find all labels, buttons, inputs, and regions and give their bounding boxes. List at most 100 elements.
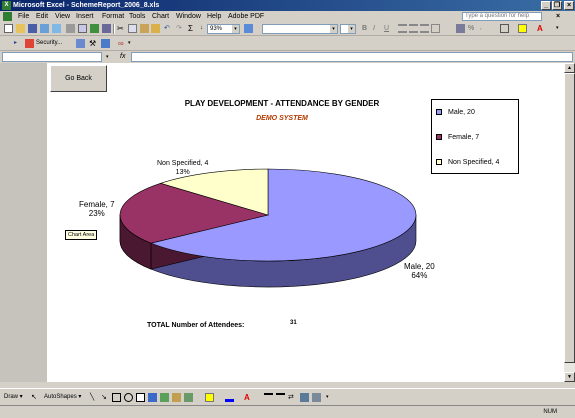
diagram-icon[interactable]: [160, 393, 169, 402]
data-label-female-pct: 23%: [88, 209, 105, 218]
formula-input[interactable]: [131, 52, 573, 62]
toolbar-options-icon[interactable]: ▾: [128, 39, 137, 48]
rectangle-icon[interactable]: [112, 393, 121, 402]
vertical-scrollbar[interactable]: ▲ ▼: [564, 63, 575, 382]
chart-area-tooltip: Chart Area: [65, 230, 98, 240]
print-icon[interactable]: [66, 24, 75, 33]
legend-swatch-male: [436, 109, 442, 115]
menu-window[interactable]: Window: [176, 12, 201, 21]
play-icon[interactable]: ▸: [14, 39, 23, 48]
arrow-style-icon[interactable]: ⇄: [288, 393, 297, 402]
total-attendees-value: 31: [290, 320, 297, 326]
fill-color-icon[interactable]: [205, 393, 214, 402]
cut-icon[interactable]: ✂: [117, 24, 126, 33]
comma-style-icon[interactable]: ,: [480, 24, 489, 33]
format-painter-icon[interactable]: [151, 24, 160, 33]
toolbar-options-icon[interactable]: ▾: [326, 393, 335, 402]
toolbar-options-icon[interactable]: ▾: [556, 24, 565, 33]
minimize-button[interactable]: _: [541, 1, 551, 10]
font-color-icon[interactable]: A: [244, 393, 253, 402]
3d-style-icon[interactable]: [312, 393, 321, 402]
email-icon[interactable]: [52, 24, 61, 33]
menu-edit[interactable]: Edit: [36, 12, 48, 21]
help-icon[interactable]: [244, 24, 253, 33]
font-color-icon[interactable]: A: [537, 24, 546, 33]
line-color-icon[interactable]: [225, 393, 234, 402]
close-button[interactable]: ×: [564, 1, 574, 10]
help-search-input[interactable]: Type a question for help: [462, 12, 542, 21]
menu-adobe-pdf[interactable]: Adobe PDF: [228, 12, 264, 21]
italic-icon[interactable]: I: [373, 24, 382, 33]
print-preview-icon[interactable]: [78, 24, 87, 33]
font-name-select[interactable]: ▾: [262, 24, 338, 34]
draw-menu[interactable]: Draw ▾: [4, 393, 23, 402]
save-icon[interactable]: [28, 24, 37, 33]
menu-insert[interactable]: Insert: [76, 12, 94, 21]
spelling-icon[interactable]: [90, 24, 99, 33]
name-box[interactable]: [2, 52, 102, 62]
picture-icon[interactable]: [184, 393, 193, 402]
line-icon[interactable]: ╲: [90, 393, 99, 402]
select-objects-icon[interactable]: ↖: [31, 393, 40, 402]
copy-icon[interactable]: [128, 24, 137, 33]
chart-legend[interactable]: Male, 20 Female, 7 Non Specified, 4: [431, 99, 519, 174]
title-bar: X Microsoft Excel - SchemeReport_2006_8.…: [0, 0, 575, 11]
line-style-icon[interactable]: [264, 393, 273, 402]
font-size-select[interactable]: ▾: [340, 24, 356, 34]
data-label-male-pct: 64%: [411, 271, 428, 280]
align-center-icon[interactable]: [409, 24, 418, 33]
chart-sheet[interactable]: Go Back PLAY DEVELOPMENT - ATTENDANCE BY…: [47, 63, 564, 382]
menu-format[interactable]: Format: [102, 12, 124, 21]
restore-button[interactable]: ❐: [552, 1, 562, 10]
excel-doc-icon[interactable]: [3, 12, 12, 21]
research-icon[interactable]: [102, 24, 111, 33]
scroll-thumb[interactable]: [564, 73, 575, 363]
autoshapes-menu[interactable]: AutoShapes ▾: [44, 393, 81, 402]
permission-icon[interactable]: [40, 24, 49, 33]
security-icon[interactable]: [25, 39, 34, 48]
design-mode-icon[interactable]: [101, 39, 110, 48]
standard-toolbar: ✂ ↶ ↷ Σ ↓ 93% ▾ ▾ ▾ B I U % , A ▾: [0, 22, 575, 36]
autosum-icon[interactable]: Σ: [188, 24, 197, 33]
menu-chart[interactable]: Chart: [152, 12, 169, 21]
legend-swatch-female: [436, 134, 442, 140]
open-icon[interactable]: [16, 24, 25, 33]
tools-icon[interactable]: ⚒: [89, 39, 98, 48]
arrow-icon[interactable]: ↘: [101, 393, 110, 402]
merge-center-icon[interactable]: [431, 24, 440, 33]
menu-view[interactable]: View: [55, 12, 70, 21]
wordart-icon[interactable]: [148, 393, 157, 402]
chevron-down-icon: ▾: [330, 25, 337, 33]
shadow-style-icon[interactable]: [300, 393, 309, 402]
new-icon[interactable]: [4, 24, 13, 33]
dash-style-icon[interactable]: [276, 393, 285, 402]
fill-color-icon[interactable]: [518, 24, 527, 33]
clipart-icon[interactable]: [172, 393, 181, 402]
paste-icon[interactable]: [140, 24, 149, 33]
insert-function-icon[interactable]: fx: [120, 52, 129, 61]
borders-icon[interactable]: [500, 24, 509, 33]
undo-icon[interactable]: ↶: [164, 24, 173, 33]
menu-tools[interactable]: Tools: [129, 12, 145, 21]
scroll-down-icon[interactable]: ▼: [564, 372, 575, 382]
percent-icon[interactable]: %: [468, 24, 477, 33]
oval-icon[interactable]: [124, 393, 133, 402]
bold-icon[interactable]: B: [362, 24, 371, 33]
menu-file[interactable]: File: [18, 12, 29, 21]
align-right-icon[interactable]: [420, 24, 429, 33]
visual-basic-icon[interactable]: [76, 39, 85, 48]
currency-icon[interactable]: [456, 24, 465, 33]
underline-icon[interactable]: U: [384, 24, 393, 33]
legend-label-female: Female, 7: [448, 134, 480, 141]
textbox-icon[interactable]: [136, 393, 145, 402]
redo-icon[interactable]: ↷: [176, 24, 185, 33]
doc-close-icon[interactable]: ×: [556, 12, 560, 21]
security-button[interactable]: Security...: [36, 39, 62, 48]
chevron-down-icon[interactable]: ▾: [106, 53, 115, 62]
menu-help[interactable]: Help: [207, 12, 221, 21]
link-icon[interactable]: ∞: [118, 39, 127, 48]
scroll-up-icon[interactable]: ▲: [564, 63, 575, 73]
align-left-icon[interactable]: [398, 24, 407, 33]
toolbar-separator: [113, 24, 115, 34]
zoom-select[interactable]: 93% ▾: [207, 24, 240, 34]
